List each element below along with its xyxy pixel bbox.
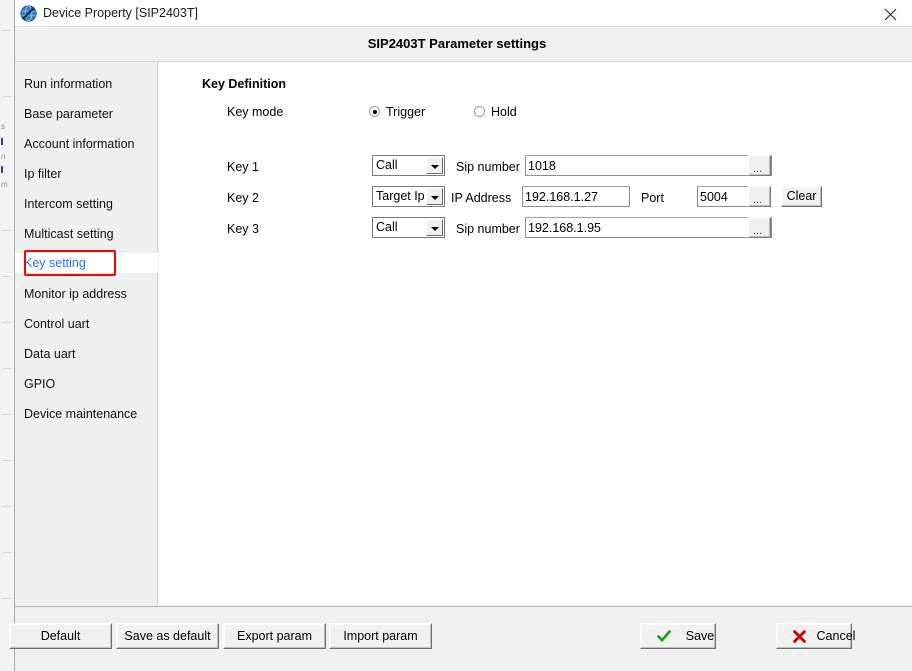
key-mode-trigger-label: Trigger	[386, 105, 426, 119]
close-icon	[884, 8, 897, 21]
key1-browse-label: ...	[753, 163, 763, 175]
sidebar-item-run-information[interactable]: Run information	[24, 74, 112, 94]
key-mode-hold-radio[interactable]: Hold	[474, 104, 517, 120]
sidebar-item-key-setting[interactable]: Key setting	[15, 253, 158, 273]
key2-browse-button[interactable]: ...	[748, 186, 771, 207]
page-title: SIP2403T Parameter settings	[367, 36, 547, 51]
device-property-dialog: Device Property [SIP2403T] SIP2403T Para…	[9, 0, 912, 671]
cancel-label: Cancel	[816, 629, 856, 643]
key-mode-trigger-radio[interactable]: Trigger	[369, 104, 425, 120]
close-window-button[interactable]	[867, 0, 912, 27]
sidebar-item-control-uart[interactable]: Control uart	[24, 314, 89, 334]
key1-name-label: Key 1	[227, 160, 259, 174]
key3-type-value: Call	[376, 220, 398, 234]
radio-selected-icon	[369, 106, 380, 117]
header-band: SIP2403T Parameter settings	[15, 27, 912, 62]
key3-type-combobox[interactable]: Call	[372, 217, 445, 238]
sidebar-item-data-uart[interactable]: Data uart	[24, 344, 75, 364]
key3-name-label: Key 3	[227, 222, 259, 236]
key-mode-hold-label: Hold	[491, 105, 517, 119]
export-param-button[interactable]: Export param	[223, 623, 326, 649]
sidebar-item-ip-filter[interactable]: Ip filter	[24, 164, 62, 184]
key2-port-label: Port	[641, 191, 664, 205]
sidebar-item-device-maintenance[interactable]: Device maintenance	[24, 404, 137, 424]
save-label: Save	[685, 629, 715, 643]
sidebar-item-monitor-ip-address[interactable]: Monitor ip address	[24, 284, 127, 304]
key1-type-combobox[interactable]: Call	[372, 155, 445, 176]
footer-button-bar: Default Save as default Export param Imp…	[9, 606, 912, 671]
key1-browse-button[interactable]: ...	[748, 155, 771, 176]
key3-value-label: Sip number	[456, 222, 520, 236]
title-bar: Device Property [SIP2403T]	[15, 0, 912, 27]
import-param-button[interactable]: Import param	[329, 623, 432, 649]
chevron-down-icon[interactable]	[426, 188, 443, 205]
content-panel: Key Definition Key mode Trigger Hold Key…	[159, 62, 912, 605]
key2-clear-label: Clear	[786, 189, 817, 203]
save-as-default-label: Save as default	[124, 629, 211, 643]
radio-unselected-icon	[474, 106, 485, 117]
key2-value-label: IP Address	[451, 191, 512, 205]
save-button[interactable]: Save	[640, 623, 716, 649]
key3-sip-number-input[interactable]	[525, 217, 772, 238]
key-mode-label: Key mode	[227, 105, 284, 119]
default-button[interactable]: Default	[9, 623, 112, 649]
background-window: s n m	[0, 0, 15, 671]
key1-value-label: Sip number	[456, 160, 520, 174]
key1-type-value: Call	[376, 158, 398, 172]
key2-name-label: Key 2	[227, 191, 259, 205]
export-param-label: Export param	[236, 629, 313, 643]
key2-type-value: Target Ip	[376, 189, 425, 203]
sidebar-item-multicast-setting[interactable]: Multicast setting	[24, 224, 114, 244]
chevron-down-icon[interactable]	[426, 219, 443, 236]
device-globe-tools-icon	[20, 5, 37, 22]
key3-browse-label: ...	[753, 225, 763, 237]
sidebar-nav: Run information Base parameter Account i…	[15, 62, 158, 605]
key2-ip-address-input[interactable]	[522, 186, 630, 207]
save-as-default-button[interactable]: Save as default	[116, 623, 219, 649]
import-param-label: Import param	[343, 629, 418, 643]
key3-browse-button[interactable]: ...	[748, 217, 771, 238]
chevron-down-icon[interactable]	[426, 157, 443, 174]
sidebar-item-intercom-setting[interactable]: Intercom setting	[24, 194, 113, 214]
window-title: Device Property [SIP2403T]	[43, 6, 198, 20]
sidebar-item-base-parameter[interactable]: Base parameter	[24, 104, 113, 124]
cancel-button[interactable]: Cancel	[776, 623, 855, 649]
key-definition-heading: Key Definition	[202, 77, 287, 91]
key2-clear-button[interactable]: Clear	[781, 186, 822, 207]
key2-type-combobox[interactable]: Target Ip	[372, 186, 445, 207]
check-icon	[657, 630, 671, 643]
sidebar-item-gpio[interactable]: GPIO	[24, 374, 55, 394]
default-label: Default	[40, 629, 81, 643]
close-x-icon	[793, 630, 806, 643]
key2-browse-label: ...	[753, 194, 763, 206]
key1-sip-number-input[interactable]	[525, 155, 772, 176]
sidebar-item-account-information[interactable]: Account information	[24, 134, 134, 154]
